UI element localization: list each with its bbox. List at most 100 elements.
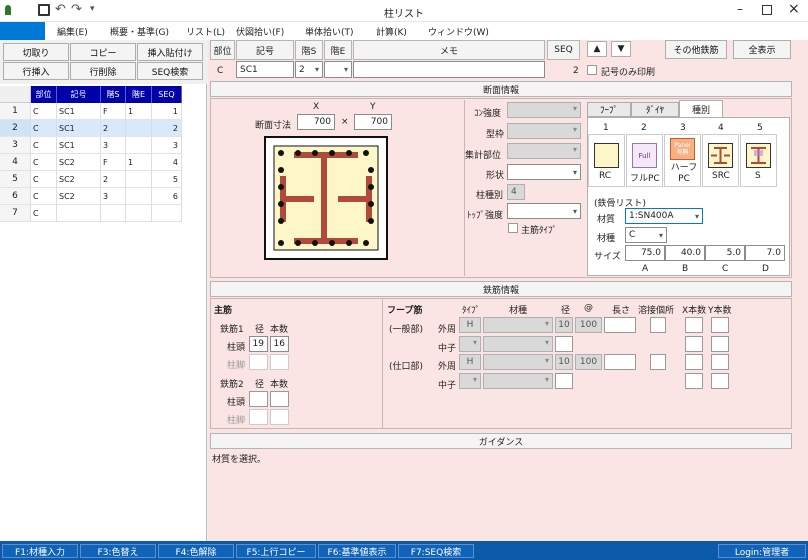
size-b-input[interactable]: 40.0	[665, 245, 705, 261]
other-rebar-button[interactable]: その他鉄筋	[665, 40, 727, 59]
joint-outer-ycount[interactable]	[711, 354, 729, 370]
f4-button[interactable]: F4:色解除	[158, 544, 234, 558]
tab-dia[interactable]: ﾀﾞｲﾔ	[631, 102, 679, 117]
top-strength-select[interactable]	[507, 203, 581, 219]
close-icon[interactable]: ×	[788, 1, 800, 17]
table-cell-buii[interactable]: C	[31, 154, 57, 171]
joint-middle-material-select[interactable]	[483, 373, 553, 389]
grid-header-kigou[interactable]: 記号	[57, 86, 101, 103]
table-cell-kaiE[interactable]: 1	[126, 154, 152, 171]
general-outer-length[interactable]	[604, 317, 636, 333]
general-outer-weld[interactable]	[650, 317, 666, 333]
table-cell-kaiS[interactable]: 3	[101, 188, 126, 205]
joint-outer-dia[interactable]: 10	[555, 354, 573, 370]
redo-icon[interactable]: ↷	[71, 2, 82, 17]
size-a-input[interactable]: 75.0	[625, 245, 665, 261]
menu-floor-takeoff[interactable]: 伏図拾い(F)	[236, 25, 284, 38]
grid-header-kai-e[interactable]: 階E	[126, 86, 152, 103]
joint-outer-material-select[interactable]	[483, 354, 553, 370]
concrete-strength-select[interactable]	[507, 102, 581, 118]
general-middle-dia[interactable]	[555, 336, 573, 352]
row-number[interactable]: 3	[0, 137, 31, 154]
general-outer-type[interactable]: H	[459, 317, 481, 333]
row-number[interactable]: 7	[0, 205, 31, 222]
general-middle-xcount[interactable]	[685, 336, 703, 352]
general-outer-dia[interactable]: 10	[555, 317, 573, 333]
type-half-pc-option[interactable]: Panel 有無 ハーフPC	[664, 134, 701, 187]
table-cell-seq[interactable]: 1	[152, 103, 182, 120]
record-kai-e-select[interactable]	[324, 61, 352, 78]
table-cell-seq[interactable]: 4	[152, 154, 182, 171]
table-cell-seq[interactable]: 2	[152, 120, 182, 137]
table-cell-kigou[interactable]: SC1	[57, 120, 101, 137]
undo-icon[interactable]: ↶	[55, 2, 66, 17]
row-delete-button[interactable]: 行削除	[70, 62, 136, 80]
joint-outer-weld[interactable]	[650, 354, 666, 370]
type-s-option[interactable]: S	[740, 134, 777, 187]
grid-header-kai-s[interactable]: 階S	[101, 86, 126, 103]
table-cell-seq[interactable]: 5	[152, 171, 182, 188]
f3-button[interactable]: F3:色替え	[80, 544, 156, 558]
table-cell-kaiE[interactable]	[126, 171, 152, 188]
row-insert-button[interactable]: 行挿入	[3, 62, 69, 80]
menu-window[interactable]: ウィンドウ(W)	[428, 25, 489, 38]
row-number[interactable]: 1	[0, 103, 31, 120]
table-cell-kaiS[interactable]: 2	[101, 171, 126, 188]
material-select[interactable]: 1:SN400A	[625, 208, 703, 224]
kind-select[interactable]: C	[625, 227, 667, 243]
general-outer-xcount[interactable]	[685, 317, 703, 333]
menu-unit-takeoff[interactable]: 単体拾い(T)	[305, 25, 354, 38]
type-rc-option[interactable]: RC	[588, 134, 625, 187]
table-cell-kaiE[interactable]	[126, 137, 152, 154]
row-number[interactable]: 4	[0, 154, 31, 171]
section-x-input[interactable]: 700	[297, 114, 335, 130]
table-cell-buii[interactable]: C	[31, 137, 57, 154]
formwork-select[interactable]	[507, 123, 581, 139]
table-cell-seq[interactable]: 3	[152, 137, 182, 154]
only-print-checkbox[interactable]	[587, 65, 597, 75]
menu-edit[interactable]: 編集(E)	[57, 25, 88, 38]
f7-button[interactable]: F7:SEQ検索	[398, 544, 474, 558]
table-cell-kaiS[interactable]: F	[101, 103, 126, 120]
joint-middle-xcount[interactable]	[685, 373, 703, 389]
seq-search-button[interactable]: SEQ検索	[137, 62, 203, 80]
table-cell-kaiE[interactable]: 1	[126, 103, 152, 120]
main-rebar-type-checkbox[interactable]	[508, 223, 518, 233]
table-cell-kigou[interactable]: SC1	[57, 103, 101, 120]
rebar1-head-count-input[interactable]: 16	[270, 336, 289, 352]
f5-button[interactable]: F5:上行コピー	[236, 544, 316, 558]
table-cell-kigou[interactable]: SC2	[57, 171, 101, 188]
table-cell-buii[interactable]: C	[31, 103, 57, 120]
type-full-pc-option[interactable]: Full フルPC	[626, 134, 663, 187]
general-middle-material-select[interactable]	[483, 336, 553, 352]
table-cell-kaiE[interactable]	[126, 188, 152, 205]
joint-outer-xcount[interactable]	[685, 354, 703, 370]
minimize-icon[interactable]: –	[737, 2, 743, 16]
paste-insert-button[interactable]: 挿入貼付け	[137, 43, 203, 61]
joint-middle-ycount[interactable]	[711, 373, 729, 389]
table-cell-kigou[interactable]: SC1	[57, 137, 101, 154]
joint-outer-length[interactable]	[604, 354, 636, 370]
rebar2-foot-count-input[interactable]	[270, 409, 289, 425]
record-buii-value[interactable]: C	[217, 66, 223, 76]
table-cell-buii[interactable]: C	[31, 205, 57, 222]
general-outer-material-select[interactable]	[483, 317, 553, 333]
tab-type[interactable]: 種別	[679, 100, 723, 118]
maximize-icon[interactable]	[762, 5, 772, 15]
f6-button[interactable]: F6:基準値表示	[318, 544, 396, 558]
save-icon[interactable]	[38, 4, 50, 16]
table-cell-buii[interactable]: C	[31, 120, 57, 137]
menu-list[interactable]: リスト(L)	[186, 25, 225, 38]
rebar2-foot-dia-input[interactable]	[249, 409, 268, 425]
table-cell-buii[interactable]: C	[31, 188, 57, 205]
f1-button[interactable]: F1:材種入力	[2, 544, 78, 558]
menu-overview[interactable]: 概要・基準(G)	[110, 25, 169, 38]
down-button[interactable]: ▼	[611, 41, 631, 57]
record-kai-s-select[interactable]: 2	[295, 61, 323, 78]
table-cell-kigou[interactable]: SC2	[57, 154, 101, 171]
size-c-input[interactable]: 5.0	[705, 245, 745, 261]
cut-button[interactable]: 切取り	[3, 43, 69, 61]
file-menu[interactable]	[0, 22, 45, 40]
table-cell-seq[interactable]	[152, 205, 182, 222]
size-d-input[interactable]: 7.0	[745, 245, 785, 261]
